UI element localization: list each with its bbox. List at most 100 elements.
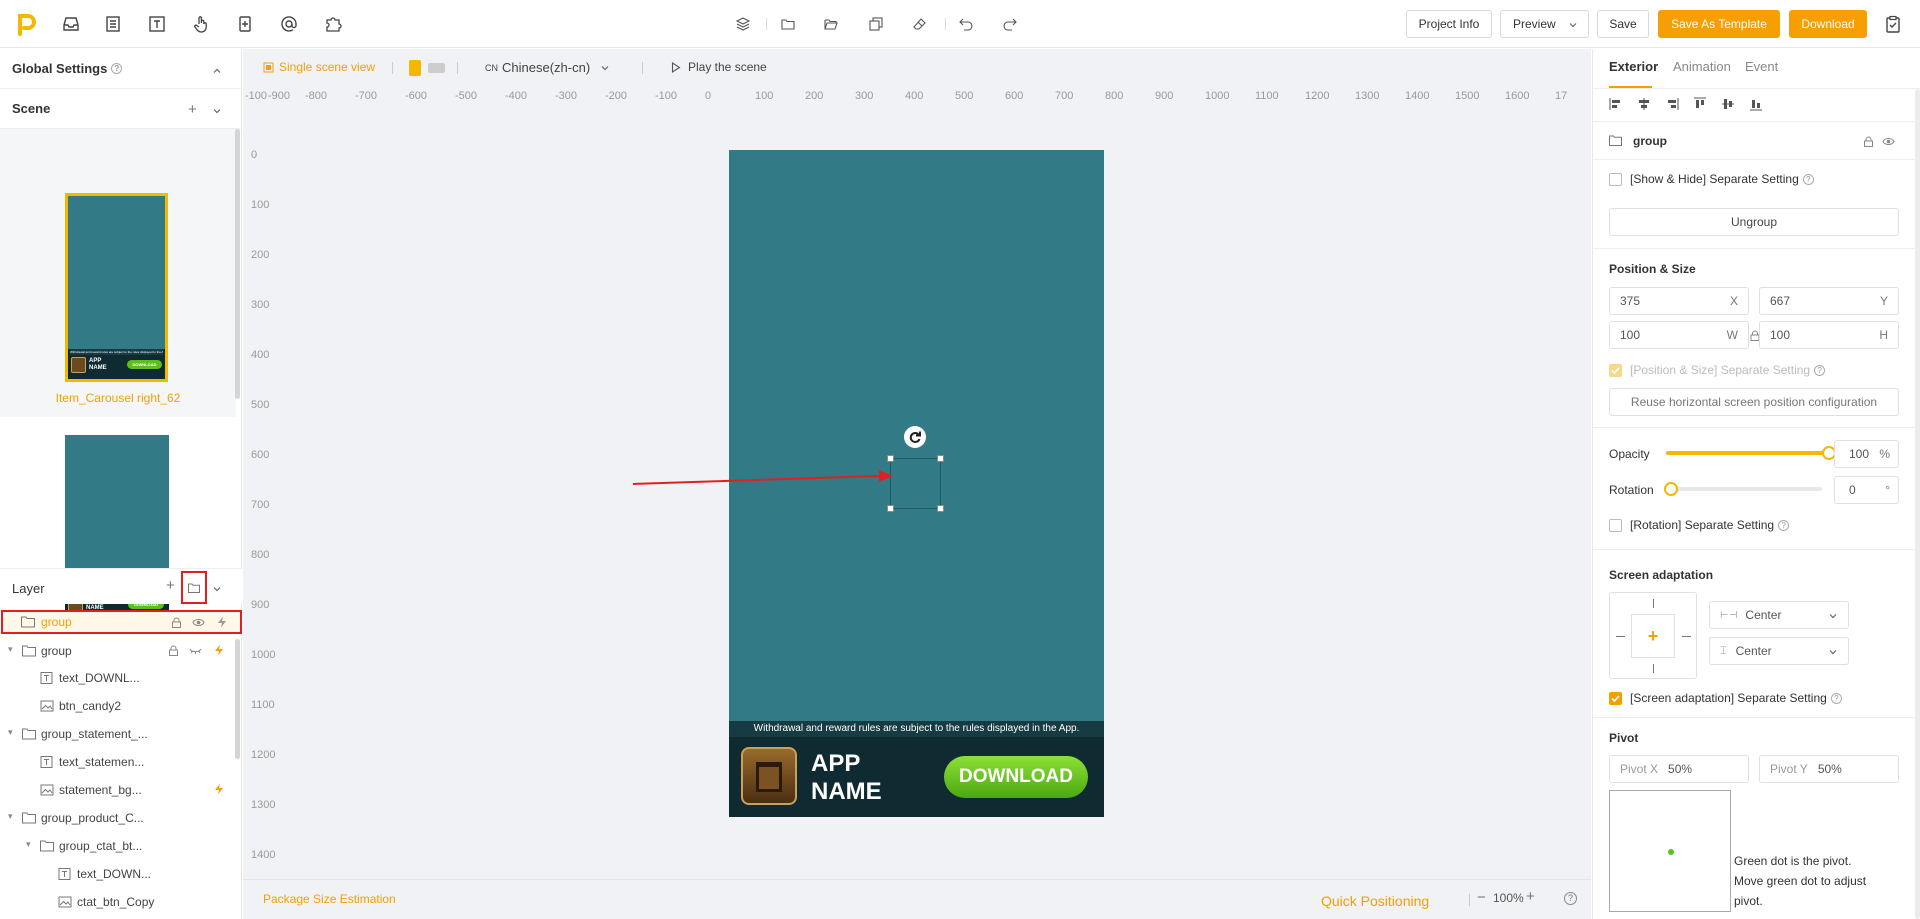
tab-event[interactable]: Event: [1745, 59, 1778, 74]
opacity-input[interactable]: 100 %: [1834, 440, 1899, 468]
preview-button[interactable]: Preview: [1500, 10, 1589, 38]
vertical-align-select[interactable]: ⌶ Center: [1709, 637, 1849, 665]
position-separate-checkbox[interactable]: [1609, 364, 1622, 377]
show-hide-checkbox[interactable]: [1609, 173, 1622, 186]
single-scene-view-toggle[interactable]: Single scene view: [263, 60, 375, 74]
inbox-icon[interactable]: [61, 14, 81, 34]
align-top-icon[interactable]: [1693, 97, 1707, 111]
layout-icon[interactable]: [103, 14, 123, 34]
save-as-template-button[interactable]: Save As Template: [1658, 10, 1780, 38]
chevron-down-icon[interactable]: [212, 104, 222, 119]
opacity-slider[interactable]: [1666, 446, 1836, 460]
clipboard-check-icon[interactable]: [1883, 14, 1903, 34]
layer-row[interactable]: text_DOWN...: [0, 861, 236, 887]
layer-row[interactable]: ▾ group: [0, 638, 236, 664]
new-folder-button[interactable]: [181, 571, 207, 604]
text-tool-icon[interactable]: [147, 14, 167, 34]
folder-open-icon[interactable]: [823, 16, 839, 32]
resize-handle-bl[interactable]: [887, 505, 894, 512]
ungroup-button[interactable]: Ungroup: [1609, 208, 1899, 236]
layer-row[interactable]: group: [1, 610, 242, 634]
layer-row[interactable]: text_DOWNL...: [0, 665, 236, 691]
lock-icon[interactable]: [171, 617, 182, 628]
package-size-link[interactable]: Package Size Estimation: [263, 892, 396, 906]
align-bottom-icon[interactable]: [1749, 97, 1763, 111]
redo-icon[interactable]: [1002, 16, 1018, 32]
rotate-handle-icon[interactable]: [904, 426, 926, 448]
anchor-widget[interactable]: +: [1609, 592, 1697, 679]
eye-icon[interactable]: [1882, 136, 1895, 147]
lock-icon[interactable]: [1863, 136, 1874, 147]
help-icon[interactable]: ?: [1778, 520, 1790, 532]
rotation-slider[interactable]: [1664, 482, 1822, 496]
pivot-preview[interactable]: [1609, 790, 1731, 912]
anchor-top[interactable]: [1653, 599, 1654, 608]
download-button[interactable]: Download: [1789, 10, 1867, 38]
eye-icon[interactable]: [192, 617, 205, 628]
component-icon[interactable]: [235, 14, 255, 34]
tab-animation[interactable]: Animation: [1673, 59, 1731, 74]
layer-row[interactable]: statement_bg...: [0, 777, 236, 803]
chevron-down-icon[interactable]: [212, 583, 222, 597]
layer-row[interactable]: ctat_btn_Copy: [0, 889, 236, 915]
y-input[interactable]: 667 Y: [1759, 287, 1899, 315]
w-input[interactable]: 100 W: [1609, 321, 1749, 349]
layer-row[interactable]: text_statemen...: [0, 749, 236, 775]
layer-row[interactable]: ▾ group_ctat_bt...: [0, 833, 236, 859]
layer-row[interactable]: ▾ group_statement_...: [0, 721, 236, 747]
horizontal-align-select[interactable]: ⊢⊣ Center: [1709, 601, 1849, 629]
chevron-down-icon[interactable]: ▾: [8, 811, 18, 822]
anchor-center[interactable]: +: [1631, 614, 1675, 658]
lock-icon[interactable]: [168, 645, 179, 656]
tab-exterior[interactable]: Exterior: [1609, 59, 1658, 74]
pivot-y-input[interactable]: Pivot Y 50%: [1759, 755, 1899, 783]
panel-scrollbar[interactable]: [1915, 89, 1920, 919]
screen-separate-checkbox[interactable]: [1609, 692, 1622, 705]
reuse-horizontal-button[interactable]: Reuse horizontal screen position configu…: [1609, 388, 1899, 416]
rotation-slider-thumb[interactable]: [1664, 482, 1678, 496]
help-icon[interactable]: ?: [1814, 365, 1826, 377]
lightning-icon[interactable]: [214, 783, 224, 795]
anchor-right[interactable]: [1682, 636, 1691, 637]
resize-handle-tl[interactable]: [887, 455, 894, 462]
align-left-icon[interactable]: [1609, 97, 1623, 111]
rotation-input[interactable]: 0 °: [1834, 476, 1899, 504]
global-settings-header[interactable]: Global Settings ?: [0, 49, 242, 89]
chevron-down-icon[interactable]: ▾: [8, 644, 18, 655]
align-center-h-icon[interactable]: [1637, 97, 1651, 111]
help-icon[interactable]: ?: [1564, 892, 1577, 905]
add-scene-icon[interactable]: +: [188, 101, 197, 118]
play-scene-button[interactable]: Play the scene: [671, 60, 767, 74]
layer-row[interactable]: ▾ group_product_C...: [0, 805, 236, 831]
plugin-icon[interactable]: [323, 14, 343, 34]
hand-tool-icon[interactable]: [191, 14, 211, 34]
align-middle-v-icon[interactable]: [1721, 97, 1735, 111]
zoom-level[interactable]: 100%: [1493, 891, 1524, 905]
anchor-bottom[interactable]: [1653, 664, 1654, 673]
anchor-left[interactable]: [1616, 636, 1625, 637]
layer-scrollbar[interactable]: [235, 639, 240, 759]
landscape-mode-button[interactable]: [428, 63, 445, 73]
eye-closed-icon[interactable]: [189, 645, 202, 656]
eraser-icon[interactable]: [912, 16, 928, 32]
zoom-out-button[interactable]: −: [1477, 889, 1486, 906]
language-select[interactable]: CN Chinese(zh-cn): [485, 60, 610, 75]
x-input[interactable]: 375 X: [1609, 287, 1749, 315]
pivot-x-input[interactable]: Pivot X 50%: [1609, 755, 1749, 783]
project-info-button[interactable]: Project Info: [1406, 10, 1492, 38]
quick-positioning-button[interactable]: Quick Positioning: [1321, 893, 1429, 909]
zoom-in-button[interactable]: +: [1526, 888, 1535, 905]
chevron-down-icon[interactable]: ▾: [8, 727, 18, 738]
help-icon[interactable]: ?: [111, 63, 123, 74]
rotation-separate-checkbox[interactable]: [1609, 519, 1622, 532]
pivot-dot[interactable]: [1668, 849, 1674, 855]
lightning-icon[interactable]: [217, 616, 227, 628]
undo-icon[interactable]: [958, 16, 974, 32]
add-layer-icon[interactable]: +: [166, 577, 175, 594]
chevron-up-icon[interactable]: [212, 64, 222, 79]
layer-row[interactable]: btn_candy2: [0, 693, 236, 719]
h-input[interactable]: 100 H: [1759, 321, 1899, 349]
scene-card-1[interactable]: Withdrawal and reward rules are subject …: [0, 129, 236, 417]
scene-scrollbar[interactable]: [235, 129, 240, 399]
resize-handle-tr[interactable]: [937, 455, 944, 462]
